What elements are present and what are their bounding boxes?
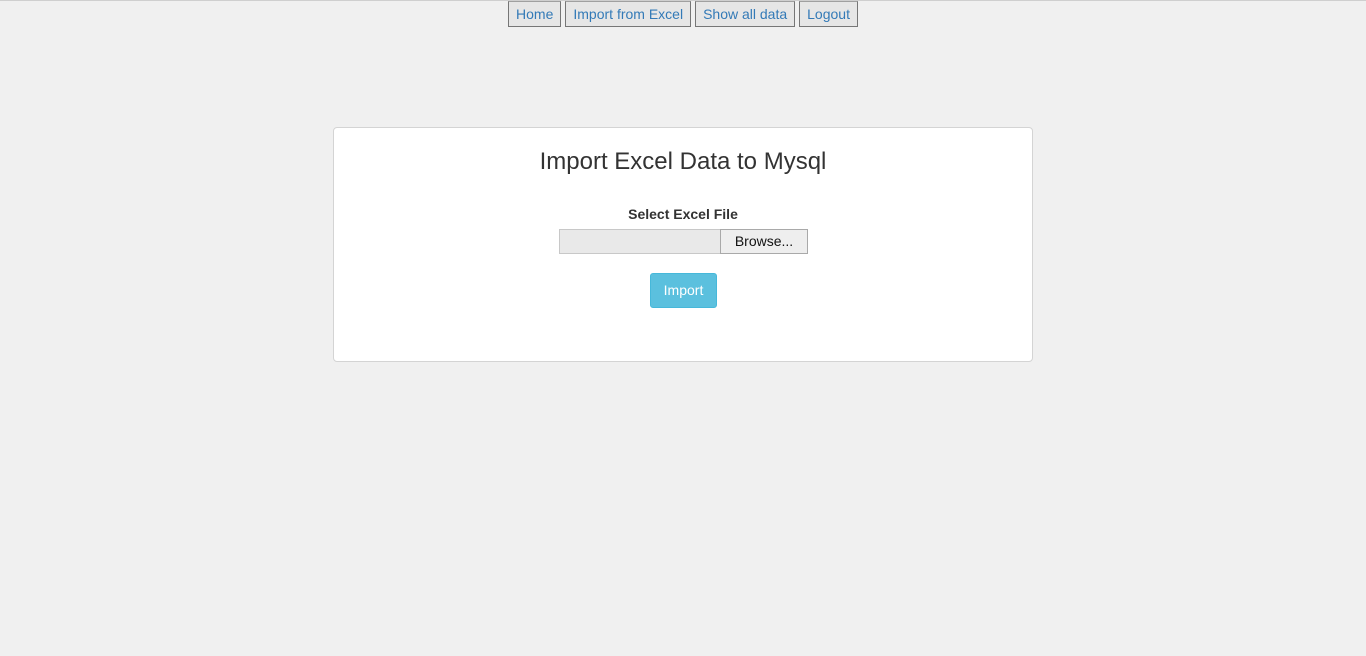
file-field-label: Select Excel File [628,206,738,222]
file-input[interactable]: Browse... [559,229,809,254]
top-navigation: Home Import from Excel Show all data Log… [0,1,1366,27]
nav-show-all-data-button[interactable]: Show all data [695,1,796,27]
import-button[interactable]: Import [650,273,717,308]
nav-home-button[interactable]: Home [508,1,562,27]
browse-button[interactable]: Browse... [720,229,808,254]
page-title: Import Excel Data to Mysql [539,148,827,175]
file-name-display[interactable] [559,229,720,254]
nav-import-from-excel-button[interactable]: Import from Excel [565,1,692,27]
nav-logout-button[interactable]: Logout [799,1,858,27]
import-panel: Import Excel Data to Mysql Select Excel … [333,127,1033,362]
